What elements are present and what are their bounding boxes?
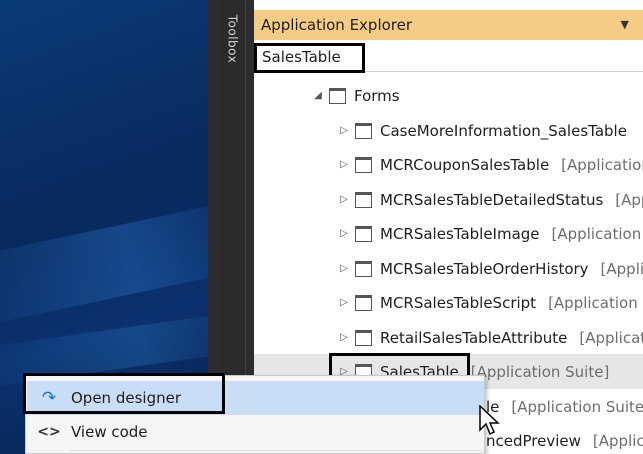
form-icon bbox=[355, 294, 372, 311]
form-icon bbox=[355, 260, 372, 277]
form-icon bbox=[355, 156, 372, 173]
folder-icon bbox=[329, 87, 346, 104]
tree-node-label: MCRSalesTableOrderHistory bbox=[380, 259, 589, 278]
model-tag: [Application Suite] bbox=[579, 328, 643, 347]
tree-node-form[interactable]: ▷ MCRSalesTableScript [Application Suite… bbox=[254, 285, 643, 320]
open-designer-highlight-box bbox=[23, 373, 225, 414]
form-icon bbox=[355, 122, 372, 139]
model-tag: [Application Suite] bbox=[592, 431, 643, 450]
tree-node-form[interactable]: ▷ MCRSalesTableOrderHistory [Application… bbox=[254, 251, 643, 286]
tree-node-form[interactable]: ▷ RetailSalesTableAttribute [Application… bbox=[254, 320, 643, 355]
tree-node-label: MCRSalesTableImage bbox=[380, 224, 540, 243]
tree-node-label: MCRSalesTableScript bbox=[380, 293, 537, 312]
toolbox-tab[interactable]: Toolbox bbox=[218, 4, 246, 74]
panel-dropdown-icon[interactable]: ▼ bbox=[621, 18, 629, 31]
model-tag: [Application Suite] bbox=[615, 190, 643, 209]
tree-node-label: MCRCouponSalesTable bbox=[380, 155, 550, 174]
search-highlight-box bbox=[254, 43, 365, 73]
tree-node-forms[interactable]: ◢ Forms bbox=[254, 78, 643, 113]
menu-separator bbox=[70, 450, 482, 451]
collapse-arrow-icon[interactable]: ▷ bbox=[338, 125, 350, 136]
model-tag: [Application Suite] bbox=[548, 293, 643, 312]
model-tag: [Application Suite] bbox=[600, 259, 643, 278]
form-icon bbox=[355, 225, 372, 242]
collapse-arrow-icon[interactable]: ▷ bbox=[338, 297, 350, 308]
mouse-cursor-icon bbox=[479, 405, 500, 436]
menu-item-label: View code bbox=[71, 423, 148, 441]
expand-arrow-icon[interactable]: ◢ bbox=[312, 90, 324, 101]
model-tag: [Application Suite] bbox=[511, 397, 643, 416]
form-icon bbox=[355, 191, 372, 208]
tree-node-form[interactable]: ▷ CaseMoreInformation_SalesTable bbox=[254, 113, 643, 148]
model-tag: [Application Suite] bbox=[551, 224, 643, 243]
collapse-arrow-icon[interactable]: ▷ bbox=[338, 263, 350, 274]
panel-title: Application Explorer bbox=[261, 16, 413, 34]
model-tag: [Application Suite] bbox=[470, 362, 610, 381]
tree-node-label-partial: ncedPreview bbox=[486, 431, 581, 450]
tree-node-label: Forms bbox=[354, 86, 400, 105]
menu-item-view-code[interactable]: <> View code bbox=[27, 415, 484, 449]
desktop-light-beam bbox=[0, 197, 213, 333]
model-tag: [Application Suite] bbox=[561, 155, 643, 174]
tree-node-label: MCRSalesTableDetailedStatus bbox=[380, 190, 604, 209]
collapse-arrow-icon[interactable]: ▷ bbox=[338, 332, 350, 343]
view-code-icon: <> bbox=[37, 424, 61, 440]
panel-title-bar[interactable]: Application Explorer ▼ bbox=[254, 10, 643, 40]
toolbox-tab-label: Toolbox bbox=[225, 14, 239, 64]
tree-node-form[interactable]: ▷ MCRSalesTableDetailedStatus [Applicati… bbox=[254, 182, 643, 217]
tree-node-form[interactable]: ▷ MCRCouponSalesTable [Application Suite… bbox=[254, 147, 643, 182]
form-icon bbox=[355, 329, 372, 346]
tree-node-label: CaseMoreInformation_SalesTable bbox=[380, 121, 627, 140]
collapse-arrow-icon[interactable]: ▷ bbox=[338, 159, 350, 170]
collapse-arrow-icon[interactable]: ▷ bbox=[338, 228, 350, 239]
collapse-arrow-icon[interactable]: ▷ bbox=[338, 194, 350, 205]
tree-node-label: RetailSalesTableAttribute bbox=[380, 328, 568, 347]
tree-node-form[interactable]: ▷ MCRSalesTableImage [Application Suite] bbox=[254, 216, 643, 251]
